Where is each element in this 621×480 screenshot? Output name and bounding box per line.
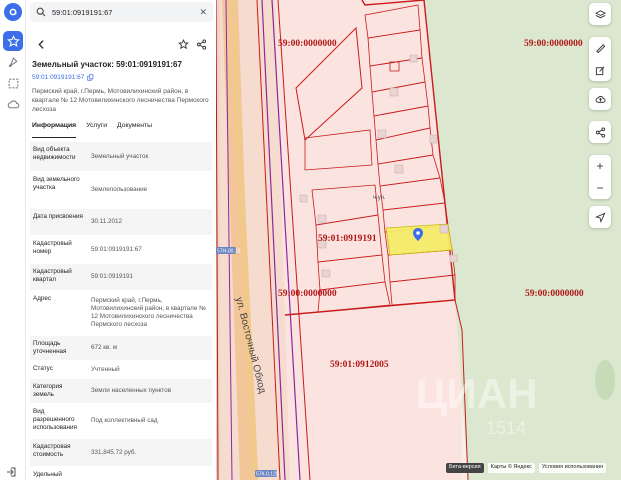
prop-key: Адрес xyxy=(33,295,52,302)
zoom-out-button[interactable]: − xyxy=(589,177,611,199)
copy-icon[interactable] xyxy=(87,74,94,81)
layers-icon xyxy=(594,9,606,18)
map-label-block: 59:01:0912005 xyxy=(330,360,389,370)
cadastral-number-text[interactable]: 59:01:0919191:67 xyxy=(32,74,84,81)
prop-value: Под коллективный сад xyxy=(91,417,158,424)
prop-value: Учтенный xyxy=(91,365,120,373)
cadastral-number-link[interactable]: 59:01:0919191:67 xyxy=(32,74,94,81)
prop-value: Земли населенных пунктов xyxy=(91,387,172,394)
selection-area-icon[interactable] xyxy=(3,73,23,93)
road-badge-top: 57Н-00.18 xyxy=(217,249,241,255)
road-badge-bottom: 57К-0.128 xyxy=(256,472,279,478)
watermark: ЦИАН xyxy=(416,370,538,417)
navigation-arrow-icon xyxy=(594,211,606,223)
yandex-maps-credit[interactable]: Карты © Яндекс xyxy=(487,463,535,473)
logout-icon[interactable] xyxy=(6,465,18,477)
table-row: Дата присвоения 30.11.2012 xyxy=(30,208,212,235)
prop-key: Статус xyxy=(33,365,53,372)
measure-pin-icon[interactable] xyxy=(3,52,23,72)
share-icon xyxy=(595,126,605,138)
back-chevron-icon[interactable] xyxy=(34,37,48,51)
table-row: Вид объекта недвижимости Земельный участ… xyxy=(30,141,212,171)
prop-value xyxy=(88,467,212,480)
layers-button[interactable] xyxy=(589,3,611,25)
cloud-upload-icon xyxy=(595,95,606,103)
prop-value: Земельный участок xyxy=(91,152,149,160)
favorites-star-icon[interactable] xyxy=(3,31,23,51)
small-note-label: ч.уч. xyxy=(373,195,386,201)
prop-value: Пермский край, г.Пермь, Мотовилихинский … xyxy=(91,297,206,328)
panel-toolbar xyxy=(30,36,213,52)
prop-key: Удельный xyxy=(33,471,62,478)
prop-value: 59:01:0919191 xyxy=(91,273,134,280)
upload-button[interactable] xyxy=(589,88,611,110)
terms-link[interactable]: Условия использования xyxy=(538,463,606,473)
search-input[interactable] xyxy=(52,7,200,17)
beta-badge[interactable]: Бета-версия xyxy=(446,463,484,473)
app-window: 59:00:0000000 59:00:0000000 59:00:000000… xyxy=(0,0,621,480)
left-rail xyxy=(0,0,26,480)
app-logo-icon[interactable] xyxy=(4,3,22,21)
cloud-icon[interactable] xyxy=(3,94,23,114)
share-map-button[interactable] xyxy=(589,121,611,143)
tabs: Информация Услуги Документы xyxy=(32,122,210,138)
properties-table: Вид объекта недвижимости Земельный участ… xyxy=(30,141,212,480)
table-row: Кадастровый квартал 59:01:0919191 xyxy=(30,263,212,290)
table-row: Кадастровая стоимость 331,845.72 руб. xyxy=(30,438,212,466)
share-icon[interactable] xyxy=(194,37,208,51)
search-bar[interactable]: ✕ xyxy=(30,2,213,22)
prop-value: 331,845.72 руб. xyxy=(91,448,137,456)
table-row: Статус Учтенный xyxy=(30,360,212,378)
zoom-controls: + − xyxy=(589,155,611,199)
prop-key: Дата присвоения xyxy=(33,213,83,220)
prop-key: Кадастровая стоимость xyxy=(33,443,71,458)
table-row: Вид земельного участка Землепользование xyxy=(30,171,212,208)
tab-documents[interactable]: Документы xyxy=(117,122,152,138)
search-icon xyxy=(36,7,46,17)
prop-key: Кадастровый номер xyxy=(33,240,72,255)
table-row: Адрес Пермский край, г.Пермь, Мотовилихи… xyxy=(30,290,212,335)
prop-value: 672 кв. м xyxy=(91,344,118,351)
prop-key: Категория земель xyxy=(33,383,63,398)
info-panel: ✕ Земельный участок: 59:01:0919191:67 59… xyxy=(26,0,216,480)
table-row: Площадь уточненная 672 кв. м xyxy=(30,335,212,360)
map-label-zone-2: 59:00:0000000 xyxy=(524,39,583,49)
table-row: Категория земель Земли населенных пункто… xyxy=(30,378,212,403)
edit-icon[interactable] xyxy=(589,59,611,81)
table-row: Вид разрешенного использования Под колле… xyxy=(30,403,212,438)
prop-key: Кадастровый квартал xyxy=(33,268,72,283)
locate-button[interactable] xyxy=(589,206,611,228)
table-row: Удельный xyxy=(30,466,212,480)
ruler-icon[interactable] xyxy=(589,37,611,59)
page-title: Земельный участок: 59:01:0919191:67 xyxy=(32,60,182,69)
favorite-star-icon[interactable] xyxy=(176,37,190,51)
map-attribution: Бета-версия Карты © Яндекс Условия испол… xyxy=(446,463,606,473)
watermark-number: 1514 xyxy=(486,418,526,438)
tab-services[interactable]: Услуги xyxy=(86,122,107,138)
zoom-in-button[interactable]: + xyxy=(589,155,611,177)
prop-key: Вид объекта недвижимости xyxy=(33,146,76,161)
address-text: Пермский край, г.Пермь, Мотовилихинский … xyxy=(32,88,209,113)
prop-value: 59:01:0919191:67 xyxy=(91,245,142,253)
map-label-quarter: 59:01:0919191 xyxy=(318,234,377,244)
prop-key: Площадь уточненная xyxy=(33,340,67,355)
prop-key: Вид земельного участка xyxy=(33,176,80,191)
edit-tools-group xyxy=(589,37,611,81)
map-label-zone-1: 59:00:0000000 xyxy=(278,39,337,49)
map-label-zone-4: 59:00:0000000 xyxy=(525,289,584,299)
table-row: Кадастровый номер 59:01:0919191:67 xyxy=(30,235,212,263)
tab-info[interactable]: Информация xyxy=(32,122,77,138)
map-label-zone-3: 59:00:0000000 xyxy=(278,289,337,299)
clear-search-icon[interactable]: ✕ xyxy=(199,7,207,18)
prop-key: Вид разрешенного использования xyxy=(33,408,77,431)
prop-value: 30.11.2012 xyxy=(91,218,123,225)
prop-value: Землепользование xyxy=(91,186,148,193)
